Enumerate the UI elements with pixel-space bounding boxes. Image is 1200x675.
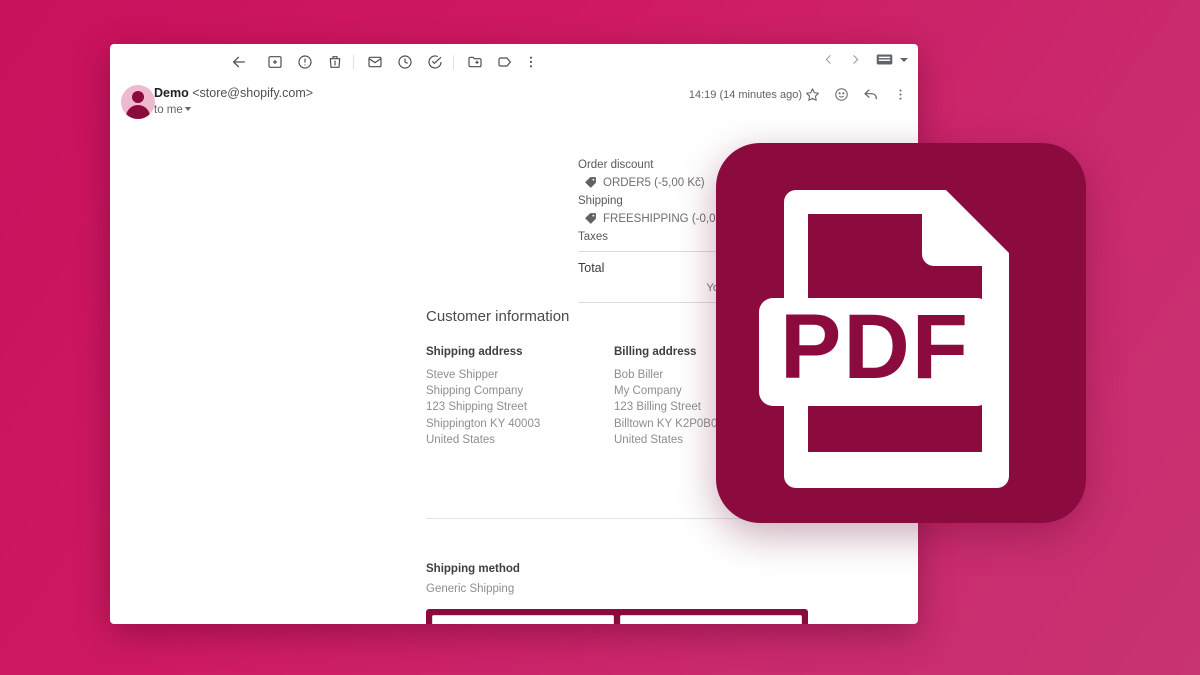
delete-icon[interactable] bbox=[326, 53, 344, 71]
mark-unread-icon[interactable] bbox=[366, 53, 384, 71]
shipping-address-block: Shipping address Steve Shipper Shipping … bbox=[426, 346, 614, 448]
shipping-address-line: Shipping Company bbox=[426, 385, 524, 398]
snooze-icon[interactable] bbox=[396, 53, 414, 71]
avatar-head bbox=[132, 91, 144, 103]
discount-code-label: ORDER5 (-5,00 Kč) bbox=[603, 176, 705, 189]
next-message-icon[interactable] bbox=[849, 53, 862, 66]
more-icon[interactable] bbox=[893, 87, 908, 102]
pdf-file-icon: PDF bbox=[759, 190, 1009, 488]
sender-email: <store@shopify.com> bbox=[192, 86, 314, 100]
summary-label: Taxes bbox=[578, 231, 609, 243]
svg-text:PDF: PDF bbox=[780, 296, 970, 398]
shipping-address-heading: Shipping address bbox=[426, 346, 523, 358]
sender-line: Demo <store@shopify.com> bbox=[154, 86, 313, 100]
shipping-address-line: Shippington KY 40003 bbox=[426, 417, 541, 430]
shipping-method-value: Generic Shipping bbox=[426, 583, 515, 595]
shipping-address-line: Steve Shipper bbox=[426, 369, 499, 381]
tag-icon bbox=[584, 212, 597, 225]
toolbar-divider-2 bbox=[453, 55, 454, 70]
page-title: Customer information bbox=[426, 308, 570, 325]
message-timestamp: 14:19 (14 minutes ago) bbox=[688, 89, 802, 101]
pdf-badge: PDF bbox=[716, 143, 1086, 523]
message-toolbar bbox=[110, 44, 918, 80]
archive-icon[interactable] bbox=[266, 53, 284, 71]
attachment-preview: General Terms and Conditions Terms of se… bbox=[433, 616, 613, 624]
avatar bbox=[121, 85, 155, 119]
tag-icon bbox=[584, 176, 597, 189]
report-spam-icon[interactable] bbox=[296, 53, 314, 71]
chevron-down-icon bbox=[184, 107, 191, 111]
attachments-highlight-frame: General Terms and Conditions Terms of se… bbox=[426, 609, 808, 624]
labels-icon[interactable] bbox=[496, 53, 514, 71]
attachment-card-general-terms[interactable]: General Terms and Conditions Terms of se… bbox=[432, 615, 614, 624]
back-arrow-icon[interactable] bbox=[230, 53, 248, 71]
total-label: Total bbox=[578, 261, 605, 275]
star-icon[interactable] bbox=[805, 87, 820, 102]
summary-label: Order discount bbox=[578, 159, 654, 171]
message-header: Demo <store@shopify.com> to me 14:19 (14… bbox=[110, 82, 918, 128]
summary-label: Shipping bbox=[578, 195, 623, 207]
message-pagination bbox=[822, 53, 908, 66]
attachment-card-refund-policy[interactable]: Refund policy Written return and refund … bbox=[620, 615, 802, 624]
toolbar-divider bbox=[353, 55, 354, 70]
previous-message-icon[interactable] bbox=[822, 53, 835, 66]
move-to-icon[interactable] bbox=[466, 53, 484, 71]
recipient-dropdown[interactable]: to me bbox=[154, 104, 191, 116]
recipient-label: to me bbox=[154, 104, 183, 116]
shipping-address-line: 123 Shipping Street bbox=[426, 401, 528, 414]
reply-icon[interactable] bbox=[863, 86, 879, 102]
more-options-icon[interactable] bbox=[522, 53, 540, 71]
add-to-tasks-icon[interactable] bbox=[426, 53, 444, 71]
shipping-address-line: United States bbox=[426, 433, 496, 446]
message-actions bbox=[805, 86, 908, 102]
shipping-method-heading: Shipping method bbox=[426, 563, 520, 575]
attachment-preview: Refund policy Written return and refund … bbox=[621, 616, 801, 624]
avatar-body bbox=[126, 105, 150, 119]
display-density-icon[interactable] bbox=[876, 53, 908, 66]
add-reaction-icon[interactable] bbox=[834, 87, 849, 102]
sender-name: Demo bbox=[154, 86, 189, 100]
shipping-method-block: Shipping method Generic Shipping bbox=[426, 563, 520, 597]
